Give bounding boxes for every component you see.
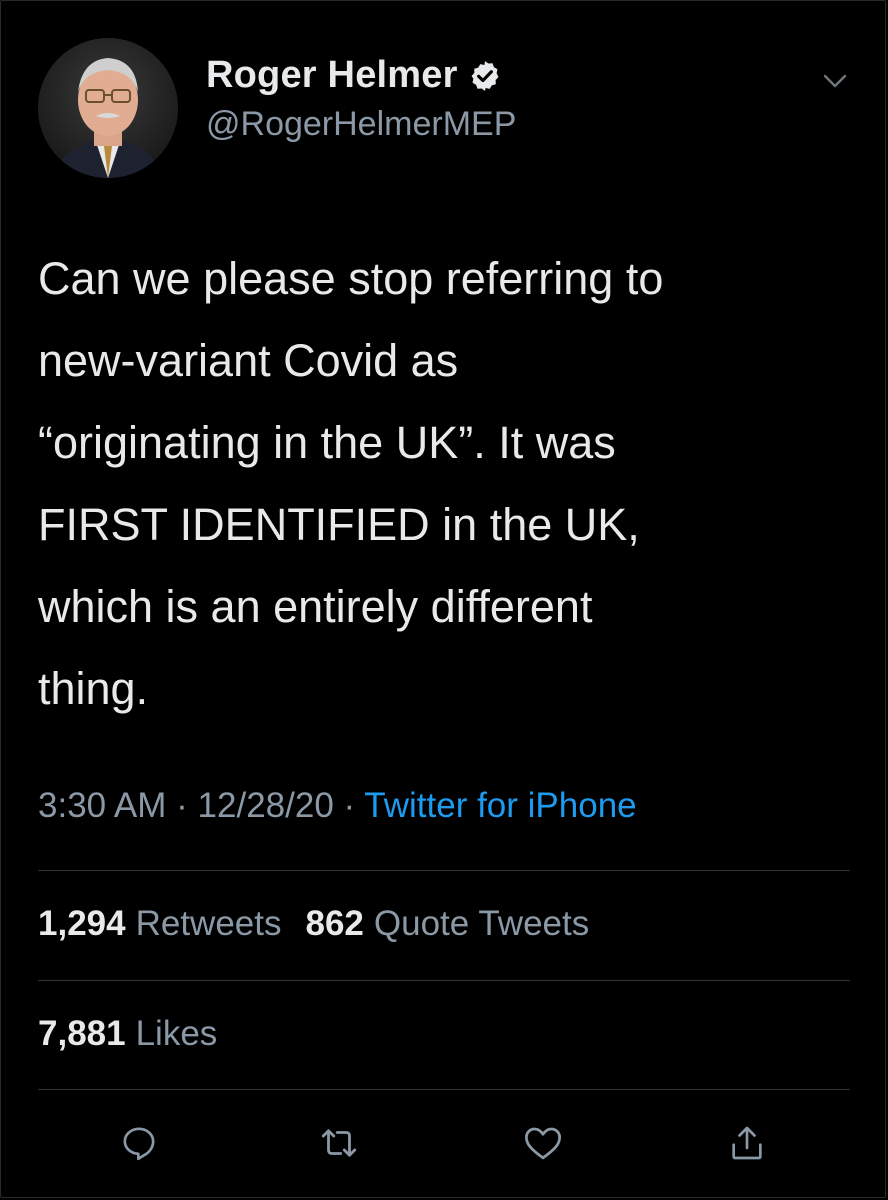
tweet-source-link[interactable]: Twitter for iPhone <box>364 786 636 825</box>
likes-count: 7,881 <box>38 1014 126 1053</box>
tweet-date[interactable]: 12/28/20 <box>198 786 334 825</box>
author-block[interactable]: Roger Helmer @RogerHelmerMEP <box>206 54 516 144</box>
tweet-text: Can we please stop referring to new-vari… <box>38 253 664 714</box>
profile-photo-icon <box>38 38 178 178</box>
quote-tweets-label: Quote Tweets <box>373 904 590 943</box>
likes-stats-row: 7,881 Likes <box>38 1014 241 1054</box>
author-display-name[interactable]: Roger Helmer <box>206 54 458 97</box>
meta-separator: · <box>176 786 188 825</box>
retweet-button[interactable] <box>314 1118 364 1168</box>
divider <box>38 870 850 871</box>
share-icon <box>732 1126 762 1160</box>
author-handle[interactable]: @RogerHelmerMEP <box>206 105 516 144</box>
quote-tweets-count: 862 <box>305 904 364 943</box>
tweet-actions <box>38 1118 850 1168</box>
retweets-count: 1,294 <box>38 904 126 943</box>
retweets-label: Retweets <box>135 904 282 943</box>
avatar[interactable] <box>38 38 178 178</box>
share-button[interactable] <box>722 1118 772 1168</box>
retweet-stats-row: 1,294 Retweets 862 Quote Tweets <box>38 904 613 944</box>
retweet-icon <box>321 1129 357 1157</box>
divider <box>38 980 850 981</box>
like-button[interactable] <box>518 1118 568 1168</box>
retweets-stat[interactable]: 1,294 Retweets <box>38 904 282 944</box>
meta-separator: · <box>343 786 356 825</box>
likes-stat[interactable]: 7,881 Likes <box>38 1014 217 1054</box>
likes-label: Likes <box>135 1014 218 1053</box>
reply-icon <box>123 1127 155 1161</box>
reply-button[interactable] <box>114 1118 164 1168</box>
like-icon <box>524 1127 562 1160</box>
tweet-meta: 3:30 AM · 12/28/20 · Twitter for iPhone <box>38 786 637 826</box>
tweet-time[interactable]: 3:30 AM <box>38 786 166 825</box>
divider <box>38 1089 850 1090</box>
author-name-row: Roger Helmer <box>206 54 516 97</box>
quote-tweets-stat[interactable]: 862 Quote Tweets <box>306 904 590 944</box>
tweet-header: Roger Helmer @RogerHelmerMEP <box>38 38 858 178</box>
verified-badge-icon <box>468 59 502 93</box>
chevron-down-icon[interactable] <box>820 66 850 96</box>
